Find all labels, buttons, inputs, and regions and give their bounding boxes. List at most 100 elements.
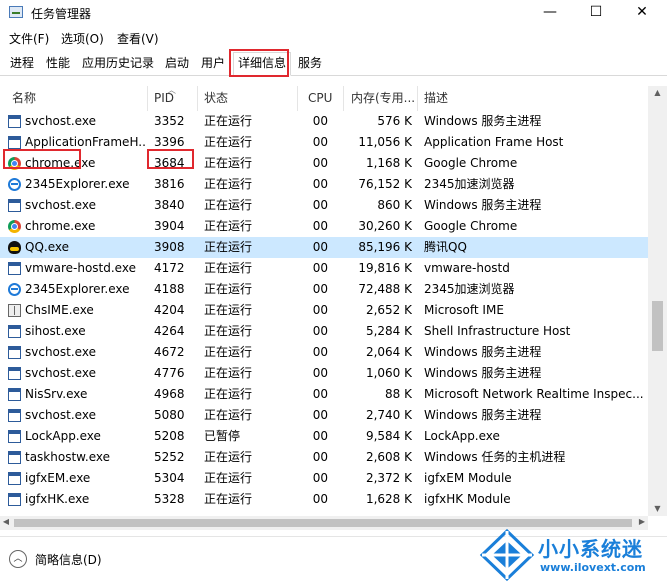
table-row[interactable]: igfxHK.exe 5328 正在运行 00 1,628 K igfxHK Module: [0, 489, 648, 510]
column-status[interactable]: 状态: [200, 86, 298, 111]
cpu-cell: 00: [312, 177, 328, 191]
memory-cell: 9,584 K: [365, 429, 412, 443]
table-row[interactable]: chrome.exe 3684 正在运行 00 1,168 K Google Chrome: [0, 153, 648, 174]
table-row[interactable]: chrome.exe 3904 正在运行 00 30,260 K Google Chrom…: [0, 216, 648, 237]
memory-cell: 19,816 K: [358, 261, 412, 275]
maximize-button[interactable]: ☐: [573, 0, 619, 26]
cpu-cell: 00: [312, 492, 328, 506]
description-cell: Windows 服务主进程: [424, 198, 542, 212]
description-cell: Windows 服务主进程: [424, 345, 542, 359]
description-cell: Microsoft Network Realtime Inspec...: [424, 387, 644, 401]
process-name-cell: igfxEM.exe: [25, 471, 91, 485]
table-row[interactable]: svchost.exe 3840 正在运行 00 860 K Windows 服务主进程: [0, 195, 648, 216]
scroll-down-arrow-icon[interactable]: ▼: [648, 504, 667, 513]
cpu-cell: 00: [312, 303, 328, 317]
qq-name-highlight-box: [3, 149, 81, 169]
description-cell: igfxEM Module: [424, 471, 512, 485]
memory-cell: 1,060 K: [365, 366, 412, 380]
pid-cell: 4188: [154, 282, 185, 296]
scroll-left-arrow-icon[interactable]: ◀: [0, 517, 12, 526]
watermark-logo-icon: [479, 528, 535, 582]
menu-file[interactable]: 文件(F): [9, 30, 49, 47]
qq-penguin-icon: [8, 241, 21, 254]
description-cell: 腾讯QQ: [424, 240, 467, 254]
cpu-cell: 00: [312, 471, 328, 485]
table-row[interactable]: NisSrv.exe 4968 正在运行 00 88 K Microsoft Networ…: [0, 384, 648, 405]
memory-cell: 76,152 K: [358, 177, 412, 191]
table-row[interactable]: igfxEM.exe 5304 正在运行 00 2,372 K igfxEM Module: [0, 468, 648, 489]
menu-bar: 文件(F) 选项(O) 查看(V): [0, 27, 667, 49]
tab-app-history[interactable]: 应用历史记录: [78, 53, 158, 75]
column-memory[interactable]: 内存(专用...: [347, 86, 418, 111]
tab-services[interactable]: 服务: [294, 53, 326, 75]
browser-e-icon: [8, 283, 21, 296]
status-cell: 正在运行: [204, 240, 253, 254]
memory-cell: 860 K: [377, 198, 412, 212]
pid-cell: 5328: [154, 492, 185, 506]
minimize-button[interactable]: —: [527, 0, 573, 26]
collapse-chevron-icon[interactable]: ︿: [9, 550, 27, 568]
table-row[interactable]: LockApp.exe 5208 已暂停 00 9,584 K LockApp.exe: [0, 426, 648, 447]
status-cell: 正在运行: [204, 114, 253, 128]
table-row[interactable]: QQ.exe 3908 正在运行 00 85,196 K 腾讯QQ: [0, 237, 648, 258]
window-icon: [8, 472, 21, 485]
process-name-cell: LockApp.exe: [25, 429, 101, 443]
status-cell: 正在运行: [204, 303, 253, 317]
tab-startup[interactable]: 启动: [161, 53, 193, 75]
status-cell: 正在运行: [204, 261, 253, 275]
pid-cell: 3908: [154, 240, 185, 254]
memory-cell: 2,372 K: [365, 471, 412, 485]
window-icon: [8, 451, 21, 464]
table-row[interactable]: taskhostw.exe 5252 正在运行 00 2,608 K Windows 任务…: [0, 447, 648, 468]
task-manager-icon: [9, 6, 23, 18]
cpu-cell: 00: [312, 135, 328, 149]
table-row[interactable]: 2345Explorer.exe 4188 正在运行 00 72,488 K 2345加速…: [0, 279, 648, 300]
menu-options[interactable]: 选项(O): [61, 30, 104, 47]
column-description[interactable]: 描述: [420, 86, 648, 111]
table-row[interactable]: svchost.exe 4672 正在运行 00 2,064 K Windows 服务主进…: [0, 342, 648, 363]
memory-cell: 5,284 K: [365, 324, 412, 338]
table-row[interactable]: sihost.exe 4264 正在运行 00 5,284 K Shell Infrast…: [0, 321, 648, 342]
table-row[interactable]: 2345Explorer.exe 3816 正在运行 00 76,152 K 2345加速…: [0, 174, 648, 195]
table-row[interactable]: ApplicationFrameH... 3396 正在运行 00 11,056 K Ap…: [0, 132, 648, 153]
scroll-up-arrow-icon[interactable]: ▲: [648, 88, 667, 97]
tab-performance[interactable]: 性能: [42, 53, 74, 75]
column-name[interactable]: 名称: [8, 86, 148, 111]
status-cell: 正在运行: [204, 345, 253, 359]
cpu-cell: 00: [312, 345, 328, 359]
pid-cell: 3816: [154, 177, 185, 191]
cpu-cell: 00: [312, 429, 328, 443]
close-button[interactable]: ✕: [619, 0, 665, 26]
table-row[interactable]: svchost.exe 5080 正在运行 00 2,740 K Windows 服务主进…: [0, 405, 648, 426]
window-title: 任务管理器: [31, 7, 92, 21]
cpu-cell: 00: [312, 114, 328, 128]
window-icon: [8, 136, 21, 149]
tab-processes[interactable]: 进程: [6, 53, 38, 75]
description-cell: igfxHK Module: [424, 492, 511, 506]
table-row[interactable]: vmware-hostd.exe 4172 正在运行 00 19,816 K vmware…: [0, 258, 648, 279]
table-row[interactable]: ChsIME.exe 4204 正在运行 00 2,652 K Microsoft IME: [0, 300, 648, 321]
pid-cell: 5304: [154, 471, 185, 485]
table-row[interactable]: svchost.exe 4776 正在运行 00 1,060 K Windows 服务主进…: [0, 363, 648, 384]
description-cell: Microsoft IME: [424, 303, 504, 317]
column-cpu[interactable]: CPU: [304, 86, 344, 111]
vertical-scrollbar[interactable]: ▲ ▼: [648, 86, 667, 516]
less-details-link[interactable]: 简略信息(D): [35, 551, 102, 568]
pid-cell: 3840: [154, 198, 185, 212]
status-cell: 正在运行: [204, 198, 253, 212]
vertical-scroll-thumb[interactable]: [652, 301, 663, 351]
process-name-cell: vmware-hostd.exe: [25, 261, 136, 275]
window-icon: [8, 430, 21, 443]
memory-cell: 30,260 K: [358, 219, 412, 233]
window-icon: [8, 115, 21, 128]
cpu-cell: 00: [312, 198, 328, 212]
memory-cell: 72,488 K: [358, 282, 412, 296]
description-cell: 2345加速浏览器: [424, 282, 515, 296]
memory-cell: 1,168 K: [365, 156, 412, 170]
pid-cell: 3352: [154, 114, 185, 128]
menu-view[interactable]: 查看(V): [117, 30, 159, 47]
watermark-site-name: 小小系统迷: [538, 537, 643, 561]
status-cell: 正在运行: [204, 324, 253, 338]
tab-users[interactable]: 用户: [197, 53, 229, 75]
table-row[interactable]: svchost.exe 3352 正在运行 00 576 K Windows 服务主进程: [0, 111, 648, 132]
